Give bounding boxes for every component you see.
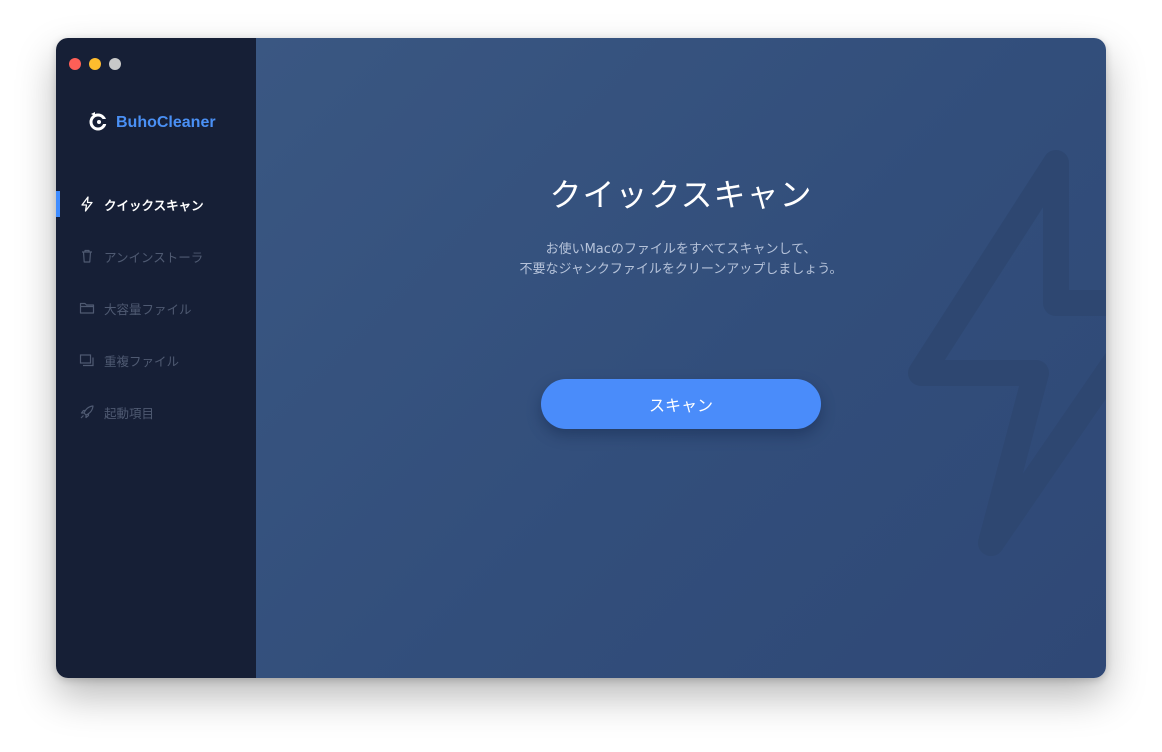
minimize-window-button[interactable]	[89, 58, 101, 70]
sidebar: BuhoCleaner クイックスキャン アンインストーラ 大容量ファイル 重複…	[56, 38, 256, 678]
page-description: お使いMacのファイルをすべてスキャンして、 不要なジャンクファイルをクリーンア…	[256, 240, 1106, 280]
main-panel: クイックスキャン お使いMacのファイルをすべてスキャンして、 不要なジャンクフ…	[256, 38, 1106, 678]
sidebar-item-label: 起動項目	[104, 405, 155, 421]
scan-button[interactable]: スキャン	[541, 379, 821, 429]
page-title: クイックスキャン	[549, 176, 813, 214]
app-name: BuhoCleaner	[116, 114, 216, 131]
sidebar-item-duplicates[interactable]: 重複ファイル	[56, 334, 256, 386]
sidebar-item-label: アンインストーラ	[104, 249, 204, 265]
sidebar-item-quick-scan[interactable]: クイックスキャン	[56, 178, 256, 230]
sidebar-item-uninstaller[interactable]: アンインストーラ	[56, 230, 256, 282]
sidebar-nav: クイックスキャン アンインストーラ 大容量ファイル 重複ファイル 起動項目	[56, 178, 256, 438]
sidebar-item-startup-items[interactable]: 起動項目	[56, 386, 256, 438]
description-line: お使いMacのファイルをすべてスキャンして、	[545, 242, 817, 257]
sidebar-item-large-files[interactable]: 大容量ファイル	[56, 282, 256, 334]
buho-logo-icon	[87, 110, 109, 136]
lightning-icon	[79, 196, 95, 212]
duplicate-icon	[79, 352, 95, 368]
trash-icon	[79, 248, 95, 264]
description-line: 不要なジャンクファイルをクリーンアップしましょう。	[519, 262, 843, 277]
rocket-icon	[79, 404, 95, 420]
window-controls	[69, 58, 121, 70]
sidebar-item-label: 大容量ファイル	[104, 301, 192, 317]
close-window-button[interactable]	[69, 58, 81, 70]
sidebar-item-label: クイックスキャン	[104, 197, 204, 213]
folder-icon	[79, 300, 95, 316]
app-window: BuhoCleaner クイックスキャン アンインストーラ 大容量ファイル 重複…	[56, 38, 1106, 678]
sidebar-item-label: 重複ファイル	[104, 353, 180, 369]
active-indicator	[56, 191, 60, 217]
app-brand: BuhoCleaner	[87, 110, 216, 136]
zoom-window-button[interactable]	[109, 58, 121, 70]
